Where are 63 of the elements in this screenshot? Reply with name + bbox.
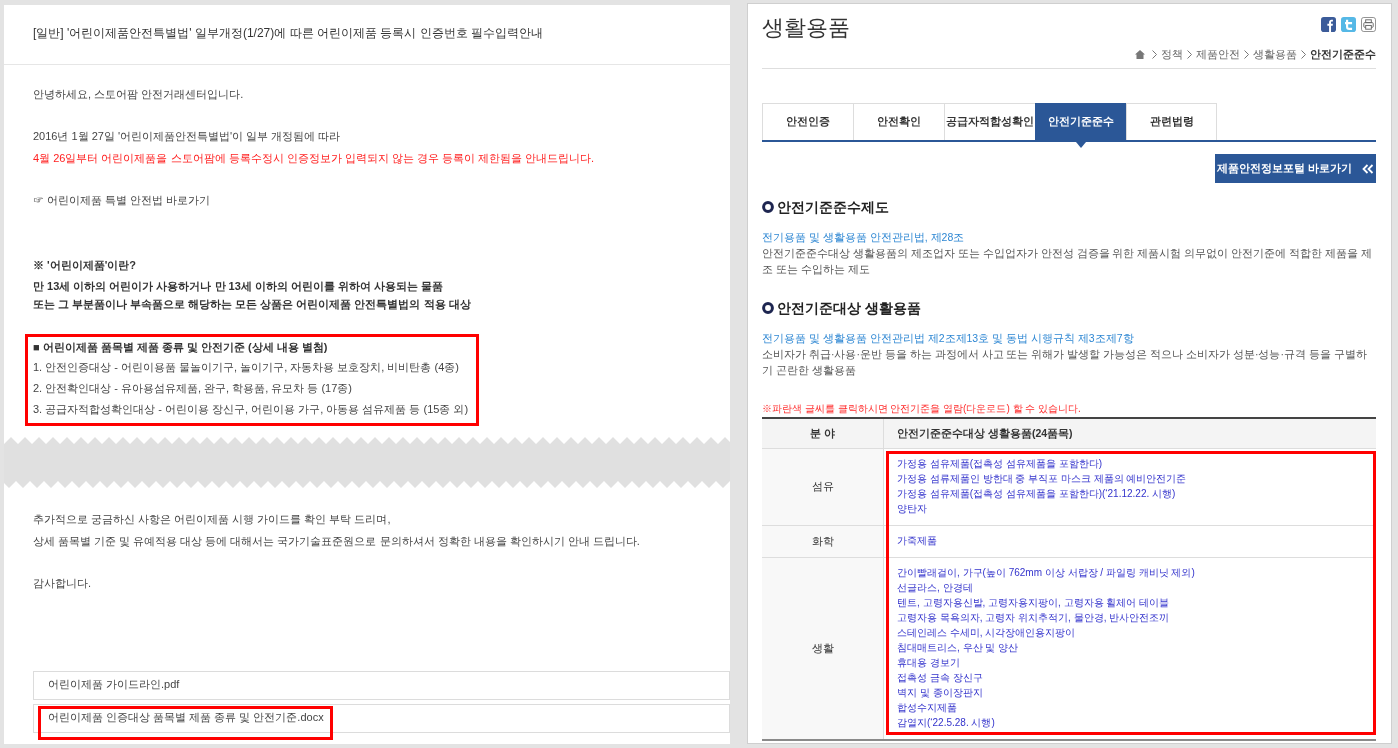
greeting-text: 안녕하세요, 스토어팜 안전거래센터입니다.	[33, 87, 244, 102]
breadcrumb-item[interactable]: 생활용품	[1253, 46, 1297, 62]
section-heading: 안전기준대상 생활용품	[777, 299, 921, 318]
standard-link[interactable]: 텐트, 고령자용신발, 고령자용지팡이, 고령자용 휠체어 테이블	[897, 595, 1170, 610]
tab[interactable]: 관련법령	[1126, 103, 1217, 140]
description-text: 소비자가 취급·사용·운반 등을 하는 과정에서 사고 또는 위해가 발생할 가능성은 적으나 소비자가 성분·성능·규격 등을 구별하기 곤란한 생활용품	[762, 347, 1368, 378]
chevron-icon	[1301, 49, 1306, 59]
standard-link[interactable]: 휴대용 경보기	[897, 655, 960, 670]
closing-text: 추가적으로 궁금하신 사항은 어린이제품 시행 가이드를 확인 부탁 드리며, 상세 품목별 기준 및 유예적용 대상 등에 대해서는 국가기술표준원으로 문의하셔서 정확한 내용을 확인하시기 안내 드립니다.	[33, 512, 640, 549]
thanks-text: 감사합니다.	[33, 576, 92, 591]
tab[interactable]: 안전인증	[762, 103, 853, 140]
law-link[interactable]: ☞ 어린이제품 특별 안전법 바로가기	[33, 189, 211, 211]
home-icon[interactable]	[1135, 49, 1145, 59]
standard-link[interactable]: 가정용 섬류제품인 방한대 중 부직포 마스크 제품의 예비안전기준	[897, 471, 1187, 486]
standard-link[interactable]: 침대매트리스, 우산 및 양산	[897, 640, 1019, 655]
standard-link[interactable]: 고령자용 목욕의자, 고령자 위치추적기, 물안경, 반사안전조끼	[897, 610, 1170, 625]
ring-bullet-icon	[762, 302, 774, 314]
breadcrumb-item[interactable]: 제품안전	[1196, 46, 1240, 62]
download-note: ※파란색 글씨를 클릭하시면 안전기준을 열람(다운로드) 할 수 있습니다.	[762, 402, 1081, 416]
law-link[interactable]: 전기용품 및 생활용품 안전관리법, 제28조	[762, 229, 965, 245]
notice-title: [일반] '어린이제품안전특별법' 일부개정(1/27)에 따른 어린이제품 등록시 인증번호 필수입력안내	[33, 24, 543, 41]
breadcrumb-item[interactable]: 안전기준준수	[1310, 46, 1376, 62]
standard-link[interactable]: 스테인레스 수세미, 시각장애인용지팡이	[897, 625, 1076, 640]
ring-bullet-icon	[762, 201, 774, 213]
column-header: 분 야	[762, 419, 884, 449]
tab[interactable]: 공급자적합성확인	[944, 103, 1035, 140]
definition-text: 만 13세 이하의 어린이가 사용하거나 만 13세 이하의 어린이를 위하여 사용되는 물품 또는 그 부분품이나 부속품으로 해당하는 모든 상품은 어린이제품 안전특별법의 적용 대상	[33, 279, 471, 312]
category-heading: ■ 어린이제품 품목별 제품 종류 및 안전기준 (상세 내용 별첨)	[33, 340, 329, 355]
file-link[interactable]: 어린이제품 가이드라인.pdf	[48, 677, 180, 691]
category-item: 1. 안전인증대상 - 어린이용품 물놀이기구, 놀이기구, 자동차용 보호장치, 비비탄총 (4종)	[33, 360, 460, 375]
breadcrumb-item[interactable]: 정책	[1161, 46, 1183, 62]
standard-link[interactable]: 가정용 섬유제품(접촉성 섬유제품을 포함한다)	[897, 456, 1102, 471]
page-title: 생활용품	[762, 14, 850, 42]
standard-link[interactable]: 가정용 섬유제품(접촉성 섬유제품을 포함한다)(‘21.12.22. 시행)	[897, 486, 1176, 501]
standard-link[interactable]: 간이빨래걸이, 가구(높이 762mm 이상 서랍장 / 파일링 캐비닛 제외)	[897, 565, 1195, 580]
standard-link[interactable]: 감열지(‘22.5.28. 시행)	[897, 715, 995, 730]
standard-link[interactable]: 벽지 및 종이장판지	[897, 685, 983, 700]
chevron-icon	[1244, 49, 1249, 59]
print-icon[interactable]	[1361, 17, 1376, 32]
standard-link[interactable]: 선글라스, 안경테	[897, 580, 973, 595]
standard-link[interactable]: 합성수지제품	[897, 700, 957, 715]
law-link[interactable]: 전기용품 및 생활용품 안전관리법 제2조제13호 및 동법 시행규칙 제3조제7항	[762, 330, 1134, 346]
intro-text: 2016년 1월 27일 '어린이제품안전특별법'이 일부 개정됨에 따라	[33, 129, 341, 144]
definition-heading: ※ '어린이제품'이란?	[33, 258, 136, 273]
category-item: 3. 공급자적합성확인대상 - 어린이용 장신구, 어린이용 가구, 아동용 섬유제품 등 (15종 외)	[33, 402, 469, 417]
double-chevron-icon	[1362, 163, 1375, 174]
standard-link[interactable]: 접촉성 금속 장신구	[897, 670, 983, 685]
category-item: 2. 안전확인대상 - 유아용섬유제품, 완구, 학용품, 유모차 등 (17종)	[33, 381, 354, 396]
standard-link[interactable]: 양탄자	[897, 501, 927, 516]
category-cell: 화학	[762, 526, 884, 558]
standard-link[interactable]: 가죽제품	[897, 533, 937, 548]
description-text: 안전기준준수대상 생활용품의 제조업자 또는 수입업자가 안전성 검증을 위한 제품시험 의무없이 안전기준에 적합한 제품을 제조 또는 수입하는 제도	[762, 246, 1373, 277]
portal-button[interactable]: 제품안전정보포털 바로가기	[1215, 154, 1376, 183]
column-header: 안전기준준수대상 생활용품(24품목)	[884, 419, 1376, 449]
chevron-icon	[1152, 49, 1157, 59]
facebook-icon[interactable]	[1321, 17, 1336, 32]
file-link[interactable]: 어린이제품 인증대상 품목별 제품 종류 및 안전기준.docx	[48, 710, 324, 724]
category-cell: 생활	[762, 558, 884, 739]
chevron-icon	[1187, 49, 1192, 59]
section-heading: 안전기준준수제도	[777, 198, 889, 217]
category-cell: 섬유	[762, 449, 884, 526]
tab[interactable]: 안전확인	[853, 103, 944, 140]
warning-text: 4월 26일부터 어린이제품을 스토어팜에 등록수정시 인증정보가 입력되지 않는 경우 등록이 제한됨을 안내드립니다.	[33, 151, 595, 166]
